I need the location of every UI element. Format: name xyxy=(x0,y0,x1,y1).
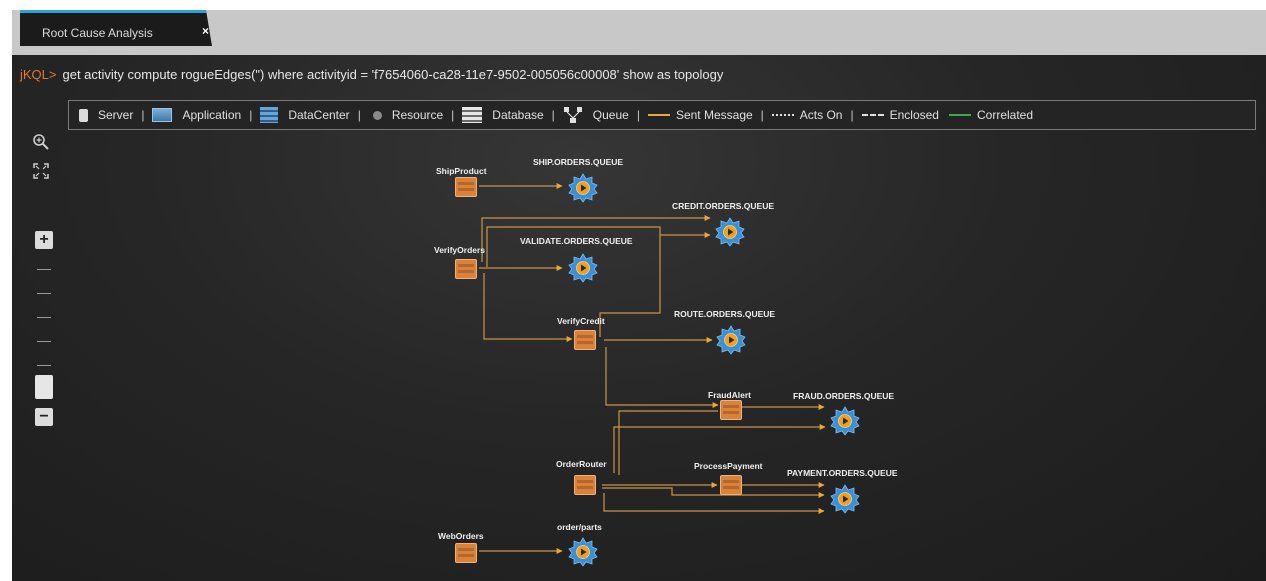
queue-node-icon xyxy=(568,173,598,203)
server-orderrouter[interactable]: OrderRouter xyxy=(556,459,607,495)
server-label: WebOrders xyxy=(438,531,484,541)
server-processpayment[interactable]: ProcessPayment xyxy=(694,461,763,495)
edge-verify-to-credit-queue-2[interactable] xyxy=(486,226,711,267)
queue-label: ROUTE.ORDERS.QUEUE xyxy=(674,309,775,319)
queue-label: SHIP.ORDERS.QUEUE xyxy=(533,157,623,167)
queue-label: VALIDATE.ORDERS.QUEUE xyxy=(520,236,633,246)
close-icon[interactable]: × xyxy=(202,24,209,38)
server-label: VerifyOrders xyxy=(434,245,485,255)
topology-canvas[interactable]: ShipProduct VerifyOrders VerifyCredit Fr… xyxy=(12,55,1266,581)
tab-root-cause-analysis[interactable]: Root Cause Analysis × xyxy=(20,10,212,46)
edge-router-to-bottom-queue[interactable] xyxy=(603,493,825,514)
edge-verify-to-verifycredit[interactable] xyxy=(483,273,573,342)
queue-label: CREDIT.ORDERS.QUEUE xyxy=(672,201,774,211)
server-label: OrderRouter xyxy=(556,459,607,469)
queue-fraud-orders[interactable]: FRAUD.ORDERS.QUEUE xyxy=(793,391,894,436)
server-node-icon xyxy=(720,400,742,420)
server-node-icon xyxy=(720,475,742,495)
server-node-icon xyxy=(455,543,477,563)
edge-verifycredit-to-fraudalert[interactable] xyxy=(605,347,719,408)
server-verifycredit[interactable]: VerifyCredit xyxy=(557,316,605,350)
edge-router-to-payment-queue[interactable] xyxy=(602,487,825,498)
queue-ship-orders[interactable]: SHIP.ORDERS.QUEUE xyxy=(533,157,623,203)
queue-node-icon xyxy=(568,537,598,567)
server-node-icon xyxy=(574,475,596,495)
queue-node-icon xyxy=(830,406,860,436)
server-weborders[interactable]: WebOrders xyxy=(438,531,484,563)
queue-node-icon xyxy=(716,325,746,355)
server-label: ShipProduct xyxy=(436,166,487,176)
server-shipproduct[interactable]: ShipProduct xyxy=(436,166,487,197)
edge-verifycredit-to-credit-queue[interactable] xyxy=(599,235,661,337)
server-label: VerifyCredit xyxy=(557,316,605,326)
queue-validate-orders[interactable]: VALIDATE.ORDERS.QUEUE xyxy=(520,236,633,283)
tab-title: Root Cause Analysis xyxy=(42,26,153,40)
queue-label: order/parts xyxy=(557,522,602,532)
queue-label: PAYMENT.ORDERS.QUEUE xyxy=(787,468,898,478)
server-label: FraudAlert xyxy=(708,390,751,400)
queue-order-parts[interactable]: order/parts xyxy=(557,522,602,567)
server-node-icon xyxy=(455,259,477,279)
server-node-icon xyxy=(574,330,596,350)
server-node-icon xyxy=(455,177,477,197)
queue-node-icon xyxy=(830,484,860,514)
queue-node-icon xyxy=(568,253,598,283)
server-verifyorders[interactable]: VerifyOrders xyxy=(434,245,485,279)
queue-payment-orders[interactable]: PAYMENT.ORDERS.QUEUE xyxy=(787,468,898,514)
queue-route-orders[interactable]: ROUTE.ORDERS.QUEUE xyxy=(674,309,775,355)
queue-label: FRAUD.ORDERS.QUEUE xyxy=(793,391,894,401)
server-label: ProcessPayment xyxy=(694,461,763,471)
queue-credit-orders[interactable]: CREDIT.ORDERS.QUEUE xyxy=(672,201,774,247)
topology-view: jKQL> get activity compute rogueEdges(") … xyxy=(12,55,1266,581)
queue-node-icon xyxy=(715,217,745,247)
